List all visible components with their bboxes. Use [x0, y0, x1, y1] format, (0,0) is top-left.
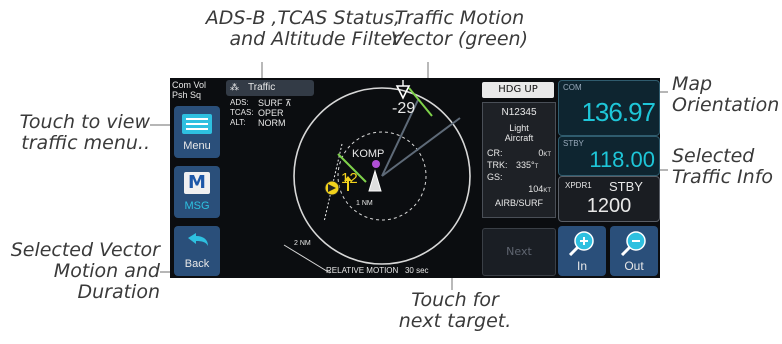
motion-mode[interactable]: RELATIVE MOTION 30 sec	[326, 266, 429, 275]
callout-touch-menu: Touch to view traffic menu..	[19, 111, 150, 154]
com-label: COM	[563, 83, 582, 92]
target-data: CR: 0KT TRK: 335°T GS: 104KT AIRB/SURF	[487, 148, 551, 208]
traffic-icon: ⁂	[230, 82, 239, 92]
callout-selected-info: Selected Traffic Info	[672, 145, 774, 188]
zoom-in-icon	[568, 231, 594, 256]
com-standby-button[interactable]: STBY 118.00	[558, 136, 660, 176]
target-info-panel: N12345 Light Aircraft CR: 0KT TRK: 335°T G…	[482, 102, 556, 218]
back-button[interactable]: Back	[174, 226, 220, 276]
callout-map-orientation: Map Orientation	[672, 73, 780, 116]
callout-ads-b: ADS-B ,TCAS Status, and Altitude Filter	[205, 7, 400, 50]
xpdr-mode: STBY	[609, 179, 643, 194]
callout-selected-vector: Selected Vector Motion and Duration	[10, 239, 160, 303]
callout-motion-vector: Traffic Motion Vector (green)	[390, 7, 529, 50]
com-active-frequency: 136.97	[581, 97, 656, 127]
outer-range-label: 2 NM	[294, 240, 311, 247]
msg-button[interactable]: M MSG	[174, 166, 220, 218]
status-values: SURF ⊼ OPER NORM	[258, 98, 292, 128]
menu-label: Menu	[183, 140, 211, 152]
hdg-up-button[interactable]: HDG UP	[482, 82, 554, 98]
back-label: Back	[184, 258, 210, 270]
msg-label: MSG	[184, 200, 210, 212]
zoom-out-label: Out	[624, 259, 644, 273]
traffic-title: Traffic	[248, 82, 276, 93]
ownship-icon	[368, 169, 382, 192]
xpdr-button[interactable]: XPDR1 STBY 1200	[558, 176, 660, 222]
zoom-out-icon	[620, 231, 646, 256]
target-category: Light Aircraft	[504, 123, 534, 143]
status-labels: ADS: TCAS: ALT:	[230, 98, 254, 127]
surface-icon: ⊼	[285, 98, 292, 108]
traffic-header: ⁂ Traffic	[226, 80, 314, 96]
com-active-button[interactable]: COM 136.97	[558, 80, 660, 136]
menu-icon	[182, 114, 212, 134]
zoom-in-label: In	[576, 259, 587, 273]
back-arrow-icon	[188, 233, 208, 246]
inner-range-label: 1 NM	[356, 200, 373, 207]
callout-next-target: Touch for next target.	[398, 289, 512, 332]
xpdr-label: XPDR1	[565, 181, 592, 190]
next-button[interactable]: Next	[482, 228, 556, 276]
com-standby-frequency: 118.00	[589, 147, 655, 172]
airport-marker	[372, 160, 380, 168]
zoom-in-button[interactable]: In	[558, 226, 606, 276]
traffic-screen: Com Vol Psh Sq Menu M MSG Back ⁂ Traffic…	[170, 78, 660, 278]
com-vol-label[interactable]: Com Vol Psh Sq	[172, 80, 206, 100]
xpdr-code: 1200	[586, 195, 632, 217]
msg-icon: M	[184, 172, 210, 194]
zoom-out-button[interactable]: Out	[610, 226, 658, 276]
airport-id: KOMP	[352, 148, 385, 160]
menu-button[interactable]: Menu	[174, 106, 220, 158]
traffic-relative-altitude: -29	[392, 100, 416, 117]
selected-relative-altitude: 12	[341, 170, 358, 187]
target-tail: N12345	[501, 107, 537, 118]
traffic-target-icon[interactable]	[395, 80, 411, 100]
